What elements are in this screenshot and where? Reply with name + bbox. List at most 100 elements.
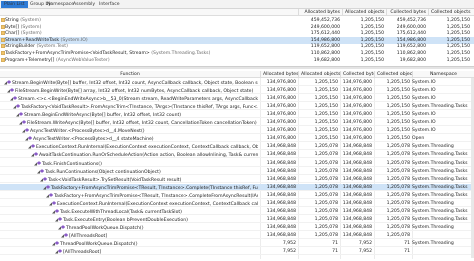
col-tree-collected-objects[interactable]: Collected objects [374,71,412,77]
method-icon [55,209,60,214]
allocated-bytes-value: 134,968,848 [266,224,296,230]
function-name: Stream.BeginEndWriteAsync(Byte[] buffer,… [24,113,182,119]
call-tree-row[interactable]: ◢ Task.FinishContinuations() 134,968,848 1,… [0,160,474,167]
allocated-bytes-value: 134,968,848 [266,176,296,182]
col-tree-namespace[interactable]: Namespace [412,71,474,77]
method-icon [37,160,42,166]
call-tree-row[interactable]: ◢ Task<VoidTaskResult>.TrySetResult(VoidT… [0,176,474,183]
collected-bytes-value: 7,952 [358,241,372,246]
collected-bytes-value: 134,976,800 [342,120,372,126]
call-tree-row[interactable]: ◢ AsyncTextWriter.<ProcessBytes>d__4 stat… [0,135,474,143]
col-tree-allocated-objects[interactable]: Allocated objects [298,71,340,77]
allocated-bytes-value: 134,976,800 [266,88,296,94]
namespace-value: System.Threading.Tasks [412,208,468,214]
method-icon [43,176,48,182]
allocated-objects-value: 1,205,078 [314,216,338,222]
method-icon [25,128,30,133]
call-tree-row[interactable]: ◢ AsyncTextWriter.<ProcessBytes>d__4.Move… [0,127,474,135]
collected-bytes-value: 134,976,800 [342,96,372,102]
call-tree-row[interactable]: ◢ FileStream.WriteAsync(Byte[] buffer, In… [0,119,474,127]
call-tree-row[interactable]: ◢ Stream.<>c.<BeginEndWriteAsync>b__53_0(… [0,95,474,103]
allocated-objects-value: 1,205,078 [314,176,338,182]
type-row[interactable]: Program+Telemetry[] (AsyncWebValueTester… [0,57,474,64]
function-name: AsyncTextWriter.<ProcessBytes>d__4 state… [33,137,154,143]
call-tree-row[interactable]: ◢ TaskFactory<VoidTaskResult>.FromAsyncTr… [0,103,474,111]
allocated-bytes-value: 134,968,848 [266,216,296,222]
call-tree-row[interactable]: ◢ Stream.BeginEndWriteAsync(Byte[] buffer… [0,111,474,119]
method-icon [64,233,69,238]
method-icon [52,201,57,206]
method-icon [46,184,51,190]
collected-bytes-value: 134,976,800 [342,104,372,110]
namespace-value: System.Threading [412,144,454,150]
collected-objects-value: 1,205,150 [386,128,410,134]
function-name: AsyncTextWriter.<ProcessBytes>d__4.MoveN… [30,129,145,135]
collected-bytes-value: 134,968,848 [342,224,372,230]
method-icon [34,152,39,157]
call-tree-row[interactable]: ◢ ThreadPoolWorkQueue.Dispatch() 7,952 71 7,… [0,240,474,247]
allocated-objects-value: 1,205,150 [314,120,338,126]
col-tree-collected-bytes[interactable]: Collected bytes [340,71,374,77]
namespace-value: System.IO [412,128,436,134]
allocated-objects-value: 1,205,150 [360,57,384,63]
allocated-bytes-value: 134,968,848 [266,168,296,174]
tab-assembly[interactable]: Assembly [70,1,98,8]
call-tree-row[interactable]: ◢ [AllThreadsRoot] 7,952 71 7,952 71 [0,248,474,256]
collected-objects-value: 1,205,078 [386,160,410,166]
tab-interface[interactable]: Interface [96,1,123,8]
call-tree-row[interactable]: ◢ ExecutionContext.RunInternal(ExecutionC… [0,200,474,207]
method-icon [13,96,18,101]
allocated-bytes-value: 134,968,848 [266,160,296,166]
call-tree-row[interactable]: ◢ ExecutionContext.RunInternal(ExecutionC… [0,143,474,151]
type-namespace: (System.Threading.Tasks) [151,51,211,56]
type-namespace: (System) [20,31,42,37]
method-icon [19,112,24,117]
allocated-objects-value: 1,205,150 [314,128,338,134]
call-tree-row[interactable]: ◢ ThreadPoolWorkQueue.Dispatch() 134,968,8… [0,224,474,231]
col-function[interactable]: Function [0,71,260,77]
method-icon [55,241,60,246]
collected-bytes-value: 134,968,848 [342,144,372,150]
namespace-value: System.Threading.Tasks [412,168,468,174]
function-name: TaskFactory+FromAsyncTrimPromise<TResult… [51,185,258,191]
call-tree-row[interactable]: ◢ FileStream.BeginWrite(Byte[] array, Int… [0,87,474,95]
collected-bytes-value: 134,968,848 [342,168,372,174]
collected-objects-value: 1,205,078 [386,192,410,198]
collected-objects-value: 1,205,150 [386,112,410,118]
call-tree-row[interactable]: ◢ Task.RunContinuations(Object continuati… [0,168,474,175]
function-name: FileStream.BeginWrite(Byte[] array, Int3… [15,89,254,95]
method-icon [58,249,63,254]
function-name: Task<VoidTaskResult>.TrySetResult(VoidTa… [48,177,182,183]
collected-bytes-value: 134,968,848 [342,200,372,206]
call-tree-row[interactable]: ◢ TaskFactory+FromAsyncTrimPromise<TResul… [0,183,474,191]
call-tree-row[interactable]: ◢ Task.ExecuteEntry(Boolean bPreventDoubl… [0,216,474,223]
col-tree-allocated-bytes[interactable]: Allocated bytes [260,71,298,77]
namespace-value: System.Threading [412,224,454,230]
call-tree-row[interactable]: ◢ TaskFactory+FromAsyncTrimPromise<TResul… [0,192,474,199]
function-name: Task.ExecuteWithThreadLocal(Task& curren… [60,209,182,215]
call-tree-row[interactable]: ◢ [AllThreadsRoot] 134,968,848 1,205,078 134… [0,232,474,239]
method-icon [61,225,66,230]
call-tree-row[interactable]: ◢ Task.ExecuteWithThreadLocal(Task& curre… [0,208,474,215]
allocated-bytes-value: 134,968,848 [266,200,296,206]
allocated-objects-value: 1,205,150 [314,80,338,85]
allocated-objects-value: 1,205,078 [314,200,338,206]
call-tree-row[interactable]: ◢ AwaitTaskContinuation.RunOrScheduleActi… [0,151,474,159]
allocated-objects-value: 71 [332,241,338,246]
collected-bytes-value: 134,976,800 [342,80,372,85]
method-icon [58,217,63,222]
type-namespace: (System.IO) [60,37,88,43]
tab-plain-list[interactable]: Plain List [1,1,28,8]
allocated-bytes-value: 134,976,800 [266,104,296,110]
pane-splitter[interactable] [0,66,474,69]
function-name: [AllThreadsRoot] [63,250,102,256]
namespace-value: Open [412,136,425,142]
allocated-bytes-value: 134,968,848 [266,232,296,238]
allocated-objects-value: 1,205,150 [314,96,338,102]
collected-objects-value: 1,205,078 [386,200,410,206]
type-name: TaskFactory+FromAsyncTrimPromise<VoidTas… [5,51,150,56]
namespace-value: System.Threading.Tasks [412,192,468,198]
type-namespace: (System.Text) [36,44,68,50]
call-tree-row[interactable]: ◢ Stream.BeginWrite(Byte[] buffer, Int32 … [0,79,474,86]
function-name: FileStream.WriteAsync(Byte[] buffer, Int… [27,121,257,127]
